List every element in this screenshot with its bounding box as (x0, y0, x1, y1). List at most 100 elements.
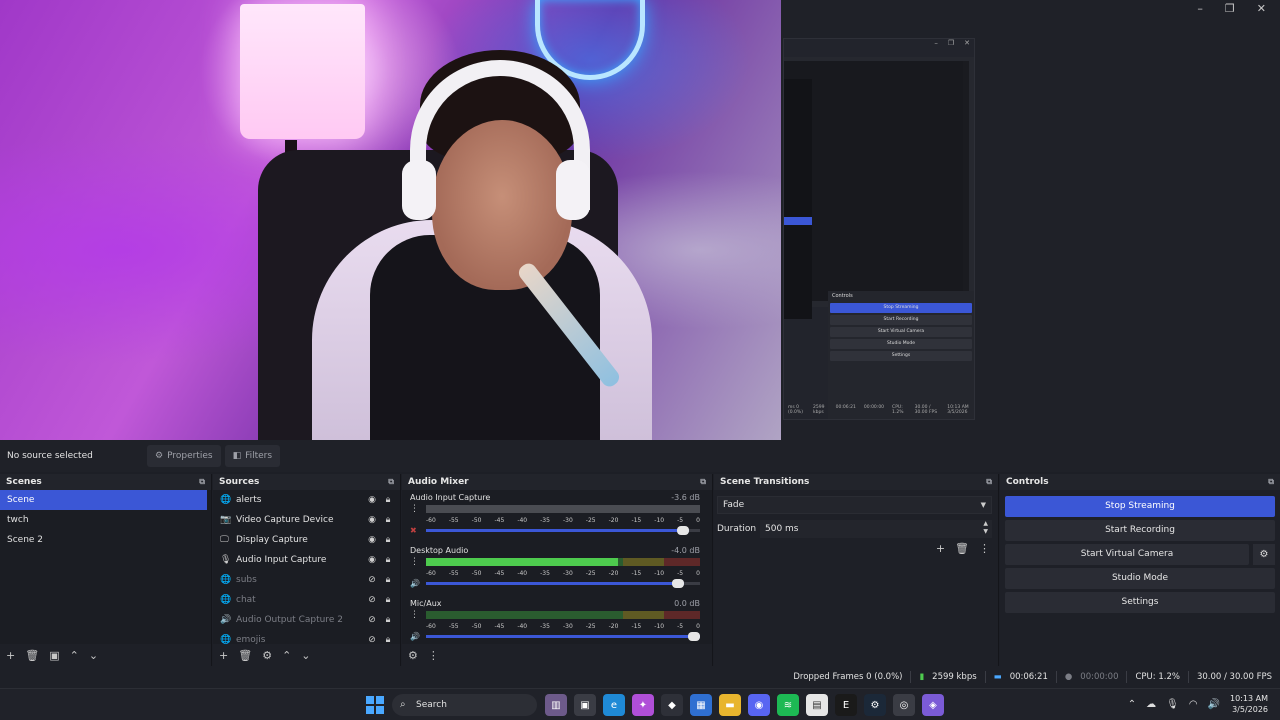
source-item[interactable]: 🔊 Audio Output Capture 2 ⊘ 🔒︎ (213, 610, 400, 630)
eye-icon[interactable]: ◉ (364, 495, 380, 505)
start-recording-button[interactable]: Start Recording (1005, 520, 1275, 541)
remove-source-icon[interactable]: 🗑 (238, 649, 252, 662)
minimize-icon[interactable]: – (1197, 2, 1203, 15)
eye-icon[interactable]: ◉ (364, 535, 380, 545)
remove-scene-icon[interactable]: 🗑 (25, 649, 39, 662)
properties-button[interactable]: ⚙ Properties (147, 445, 221, 467)
steam-icon[interactable]: ⚙ (864, 694, 886, 716)
volume-icon[interactable]: 🔊 (1208, 699, 1220, 710)
close-icon[interactable]: ✕ (1257, 2, 1266, 15)
widgets-icon[interactable]: ▥ (545, 694, 567, 716)
lock-icon[interactable]: 🔒︎ (380, 595, 396, 605)
eye-off-icon[interactable]: ⊘ (364, 595, 380, 605)
start-virtual-camera-button[interactable]: Start Virtual Camera (1005, 544, 1249, 565)
popout-icon[interactable]: ⧉ (986, 477, 992, 487)
popout-icon[interactable]: ⧉ (700, 477, 706, 487)
move-down-icon[interactable]: ⌄ (301, 649, 310, 662)
advanced-audio-icon[interactable]: ⚙ (408, 649, 418, 662)
popout-icon[interactable]: ⧉ (388, 477, 394, 487)
maximize-icon[interactable]: ❐ (1225, 2, 1235, 15)
wifi-icon[interactable]: ◠ (1189, 699, 1198, 710)
add-scene-icon[interactable]: + (6, 649, 15, 662)
start-button[interactable] (366, 696, 384, 714)
transition-select[interactable]: Fade ▼ (717, 496, 992, 514)
source-properties-icon[interactable]: ⚙ (262, 649, 272, 662)
move-up-icon[interactable]: ⌃ (70, 649, 79, 662)
move-down-icon[interactable]: ⌄ (89, 649, 98, 662)
spotify-icon[interactable]: ≋ (777, 694, 799, 716)
settings-button[interactable]: Settings (1005, 592, 1275, 613)
speaker-icon[interactable]: 🔊 (410, 579, 426, 588)
volume-slider[interactable] (426, 578, 700, 588)
program-preview[interactable] (0, 0, 781, 440)
meter-ticks: -60 -55 -50 -45 -40 -35 -30 -25 -20 -15 -10 -5 0 (426, 623, 700, 630)
scene-item[interactable]: Scene 2 (0, 530, 211, 550)
add-transition-icon[interactable]: + (936, 542, 945, 555)
eye-icon[interactable]: ◉ (364, 555, 380, 565)
lock-icon[interactable]: 🔒︎ (380, 515, 396, 525)
virtual-camera-settings-icon[interactable]: ⚙ (1253, 544, 1275, 565)
source-item[interactable]: 🎙 Audio Input Capture ◉ 🔒︎ (213, 550, 400, 570)
channel-menu-icon[interactable]: ⋮ (410, 504, 426, 514)
slider-knob[interactable] (677, 525, 690, 535)
channel-menu-icon[interactable]: ⋮ (410, 610, 426, 620)
mute-icon[interactable]: ✖ (410, 526, 426, 535)
lock-icon[interactable]: 🔒︎ (380, 535, 396, 545)
source-item[interactable]: 🌐 alerts ◉ 🔒︎ (213, 490, 400, 510)
discord-icon[interactable]: ◉ (748, 694, 770, 716)
lock-icon[interactable]: 🔒︎ (380, 575, 396, 585)
stop-streaming-button[interactable]: Stop Streaming (1005, 496, 1275, 517)
spinner-icon[interactable]: ▲ ▼ (983, 520, 988, 536)
popout-icon[interactable]: ⧉ (199, 477, 205, 487)
lock-icon[interactable]: 🔒︎ (380, 555, 396, 565)
source-item[interactable]: 📷 Video Capture Device ◉ 🔒︎ (213, 510, 400, 530)
source-item[interactable]: 🌐 subs ⊘ 🔒︎ (213, 570, 400, 590)
scene-item[interactable]: Scene (0, 490, 207, 510)
slider-knob[interactable] (671, 578, 684, 588)
eye-icon[interactable]: ◉ (364, 515, 380, 525)
volume-slider[interactable] (426, 525, 700, 535)
chevron-up-icon[interactable]: ⌃ (1128, 699, 1136, 710)
mixer-menu-icon[interactable]: ⋮ (428, 649, 439, 662)
taskbar-search[interactable]: ⌕ Search (392, 694, 537, 716)
source-item[interactable]: 🖵 Display Capture ◉ 🔒︎ (213, 530, 400, 550)
file-explorer-icon[interactable]: ▬ (719, 694, 741, 716)
microphone-icon[interactable]: 🎙 (1166, 699, 1179, 710)
lock-icon[interactable]: 🔒︎ (380, 615, 396, 625)
remove-transition-icon[interactable]: 🗑 (955, 542, 969, 555)
duration-input[interactable]: 500 ms ▲ ▼ (760, 520, 992, 538)
eye-off-icon[interactable]: ⊘ (364, 615, 380, 625)
store-icon[interactable]: ▦ (690, 694, 712, 716)
lock-icon[interactable]: 🔒︎ (380, 635, 396, 644)
alienware-icon[interactable]: ◆ (661, 694, 683, 716)
source-item[interactable]: 🌐 emojis ⊘ 🔒︎ (213, 630, 400, 644)
filters-button[interactable]: ◧ Filters (224, 445, 281, 467)
task-view-icon[interactable]: ▣ (574, 694, 596, 716)
lock-icon[interactable]: 🔒︎ (380, 495, 396, 505)
meter-tick: -30 (562, 517, 573, 524)
move-up-icon[interactable]: ⌃ (282, 649, 291, 662)
edge-icon[interactable]: e (603, 694, 625, 716)
transition-menu-icon[interactable]: ⋮ (979, 542, 990, 555)
twitch-app-icon[interactable]: ◈ (922, 694, 944, 716)
eye-off-icon[interactable]: ⊘ (364, 575, 380, 585)
speaker-icon[interactable]: 🔊 (410, 632, 426, 641)
add-source-icon[interactable]: + (219, 649, 228, 662)
slider-knob[interactable] (688, 631, 700, 641)
meter-tick: -55 (448, 623, 459, 630)
notepad-icon[interactable]: ▤ (806, 694, 828, 716)
eye-off-icon[interactable]: ⊘ (364, 635, 380, 644)
scene-item[interactable]: twch (0, 510, 211, 530)
studio-mode-button[interactable]: Studio Mode (1005, 568, 1275, 589)
channel-menu-icon[interactable]: ⋮ (410, 557, 426, 567)
epic-games-icon[interactable]: E (835, 694, 857, 716)
obs-icon[interactable]: ◎ (893, 694, 915, 716)
popout-icon[interactable]: ⧉ (1268, 477, 1274, 487)
taskbar-clock[interactable]: 10:13 AM 3/5/2026 (1230, 693, 1268, 715)
source-item[interactable]: 🌐 chat ⊘ 🔒︎ (213, 590, 400, 610)
scene-filters-icon[interactable]: ▣ (49, 649, 59, 662)
copilot-icon[interactable]: ✦ (632, 694, 654, 716)
meter-tick: -20 (608, 570, 619, 577)
cloud-icon[interactable]: ☁ (1146, 699, 1156, 710)
volume-slider[interactable] (426, 631, 700, 641)
